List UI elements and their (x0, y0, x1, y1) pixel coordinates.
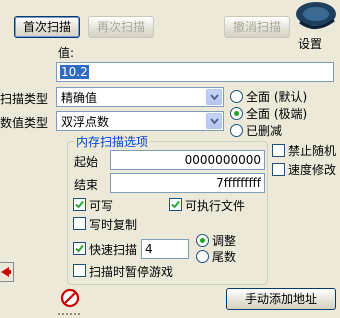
add-address-manually-button[interactable]: 手动添加地址 (226, 288, 336, 310)
pause-game-checkbox[interactable] (73, 264, 86, 277)
value-label: 值: (58, 46, 75, 60)
end-address-input[interactable]: 7fffffffff (110, 173, 265, 193)
next-scan-button[interactable]: 再次扫描 (88, 16, 154, 38)
memory-scan-options-title: 内存扫描选项 (74, 133, 151, 150)
stop-icon[interactable] (60, 288, 80, 308)
start-label: 起始 (74, 155, 99, 169)
disable-random-checkbox[interactable] (272, 144, 285, 157)
writable-checkbox[interactable] (73, 198, 86, 211)
scan-type-label: 扫描类型 (0, 92, 49, 106)
deleted-radio[interactable] (230, 124, 243, 137)
full-extreme-label[interactable]: 全面 (极端) (246, 105, 307, 122)
full-default-label[interactable]: 全面 (默认) (246, 88, 307, 105)
disable-random-label[interactable]: 禁止随机 (288, 142, 340, 159)
first-scan-button[interactable]: 首次扫描 (14, 16, 80, 38)
scan-type-value: 精确值 (61, 91, 98, 105)
full-extreme-radio[interactable] (230, 107, 243, 120)
value-input-text: 10.2 (60, 65, 89, 79)
speed-modify-checkbox[interactable] (272, 163, 285, 176)
value-input[interactable]: 10.2 (56, 62, 334, 82)
deleted-label[interactable]: 已删减 (246, 122, 282, 139)
end-label: 结束 (74, 178, 99, 192)
cheat-engine-logo-icon[interactable] (290, 0, 340, 34)
writable-label[interactable]: 可写 (89, 197, 113, 214)
speed-modify-label[interactable]: 速度修改 (288, 161, 340, 178)
chevron-down-icon[interactable] (206, 113, 222, 129)
splitter-handle[interactable] (58, 313, 80, 316)
value-type-value: 双浮点数 (61, 115, 110, 129)
memory-view-arrow-icon[interactable] (0, 262, 14, 282)
last-digits-radio[interactable] (196, 250, 209, 263)
start-address-input[interactable]: 0000000000 (110, 150, 265, 170)
copy-on-write-label[interactable]: 写时复制 (89, 216, 141, 233)
align-label[interactable]: 调整 (212, 232, 236, 249)
undo-scan-button[interactable]: 撤消扫描 (224, 16, 290, 38)
executable-label[interactable]: 可执行文件 (185, 197, 266, 214)
full-default-radio[interactable] (230, 90, 243, 103)
chevron-down-icon[interactable] (206, 89, 222, 105)
value-type-label: 数值类型 (0, 116, 49, 130)
pause-game-label[interactable]: 扫描时暂停游戏 (89, 263, 175, 280)
scan-type-select[interactable]: 精确值 (56, 87, 224, 107)
copy-on-write-checkbox[interactable] (73, 217, 86, 230)
settings-label[interactable]: 设置 (298, 35, 322, 52)
fast-scan-checkbox[interactable] (73, 242, 86, 255)
fast-scan-label[interactable]: 快速扫描 (89, 241, 139, 258)
value-type-select[interactable]: 双浮点数 (56, 111, 224, 131)
executable-checkbox[interactable] (169, 198, 182, 211)
last-digits-label[interactable]: 尾数 (212, 248, 236, 265)
align-radio[interactable] (196, 234, 209, 247)
fast-scan-alignment-input[interactable]: 4 (141, 239, 189, 259)
